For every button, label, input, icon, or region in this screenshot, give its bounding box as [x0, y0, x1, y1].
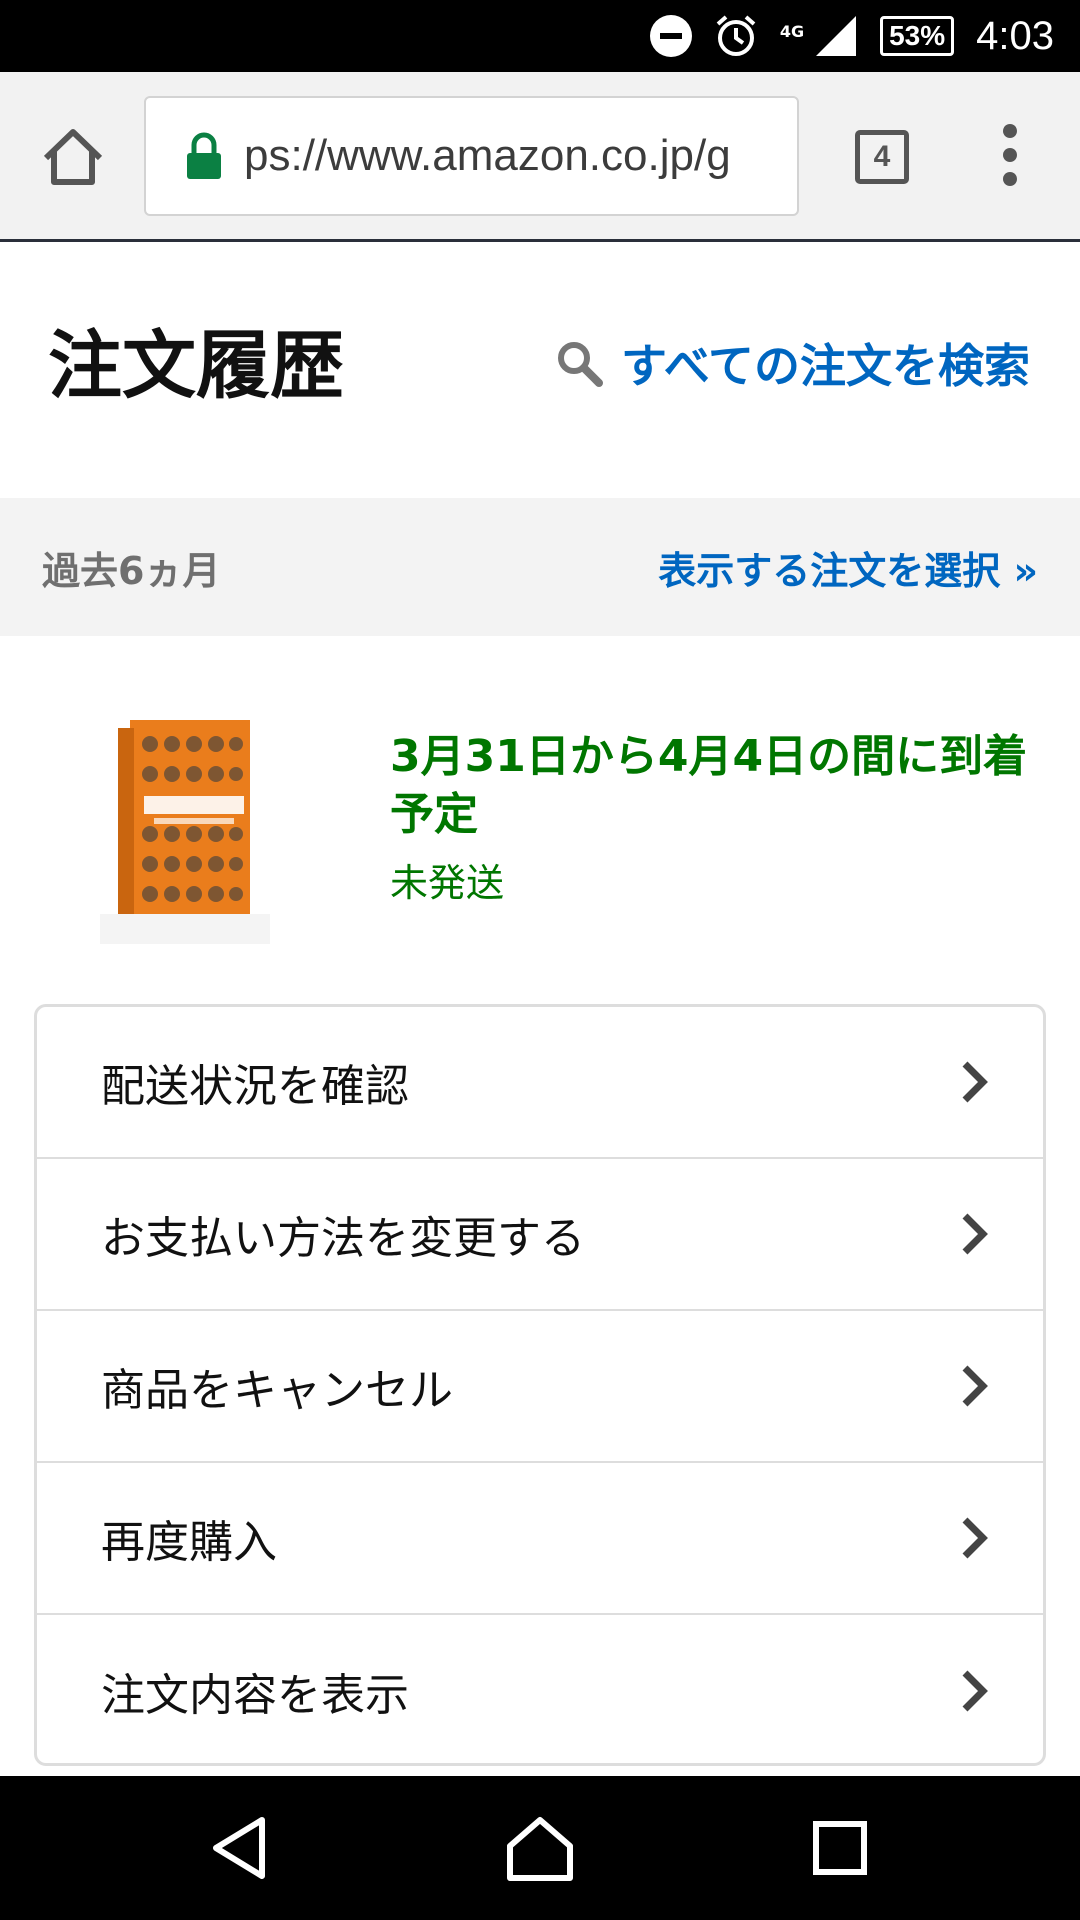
- cancel-item-button[interactable]: 商品をキャンセル: [37, 1311, 1043, 1463]
- action-label: 配送状況を確認: [101, 1061, 409, 1112]
- do-not-disturb-icon: [649, 15, 692, 57]
- signal-icon: 4G: [780, 14, 858, 58]
- browser-toolbar: ps://www.amazon.co.jp/g 4: [0, 72, 1080, 242]
- search-link-label: すべての注文を検索: [621, 339, 1030, 393]
- clock: 4:03: [976, 13, 1054, 58]
- alarm-icon: [714, 14, 758, 58]
- action-label: 再度購入: [101, 1517, 277, 1568]
- order-filter-bar: 過去6ヵ月 表示する注文を選択 »: [0, 498, 1080, 636]
- tabs-icon[interactable]: 4: [855, 130, 909, 184]
- chevron-right-icon: [962, 1365, 988, 1407]
- chevron-right-icon: [962, 1061, 988, 1103]
- action-label: 商品をキャンセル: [101, 1365, 453, 1416]
- product-image[interactable]: [100, 714, 270, 944]
- buy-again-button[interactable]: 再度購入: [37, 1463, 1043, 1615]
- battery-icon: 53%: [880, 16, 955, 56]
- select-orders-link[interactable]: 表示する注文を選択 »: [658, 540, 1038, 595]
- search-icon: [558, 342, 604, 387]
- chevron-right-icon: [962, 1670, 988, 1712]
- recents-icon[interactable]: [804, 1812, 876, 1884]
- delivery-date: 3月31日から4月4日の間に到着予定: [390, 731, 1028, 840]
- network-type: 4G: [779, 22, 805, 41]
- chevron-right-icon: [962, 1517, 988, 1559]
- change-payment-button[interactable]: お支払い方法を変更する: [37, 1159, 1043, 1311]
- more-vert-icon[interactable]: [996, 124, 1024, 190]
- page-title: 注文履歴: [48, 323, 344, 409]
- filter-period: 過去6ヵ月: [42, 548, 221, 593]
- shipping-status: 未発送: [390, 861, 505, 905]
- track-package-button[interactable]: 配送状況を確認: [37, 1007, 1043, 1159]
- url-bar[interactable]: ps://www.amazon.co.jp/g: [144, 96, 799, 216]
- home-nav-icon[interactable]: [504, 1812, 576, 1884]
- navigation-bar: [0, 1776, 1080, 1920]
- action-label: 注文内容を表示: [101, 1670, 409, 1721]
- back-icon[interactable]: [206, 1812, 278, 1884]
- url-text: ps://www.amazon.co.jp/g: [244, 131, 731, 180]
- status-bar: 4G 53% 4:03: [0, 0, 1080, 72]
- action-label: お支払い方法を変更する: [101, 1213, 585, 1264]
- delivery-info: 3月31日から4月4日の間に到着予定 未発送: [390, 728, 1030, 907]
- home-icon[interactable]: [38, 122, 108, 192]
- lock-icon: [187, 132, 221, 179]
- battery-level: 53%: [889, 20, 946, 51]
- search-all-orders-link[interactable]: すべての注文を検索: [555, 330, 1030, 396]
- chevron-right-icon: [962, 1213, 988, 1255]
- view-order-details-button[interactable]: 注文内容を表示: [37, 1615, 1043, 1763]
- tab-count: 4: [873, 140, 891, 173]
- order-actions-list: 配送状況を確認 お支払い方法を変更する 商品をキャンセル 再度購入 注文内容を表…: [34, 1004, 1046, 1766]
